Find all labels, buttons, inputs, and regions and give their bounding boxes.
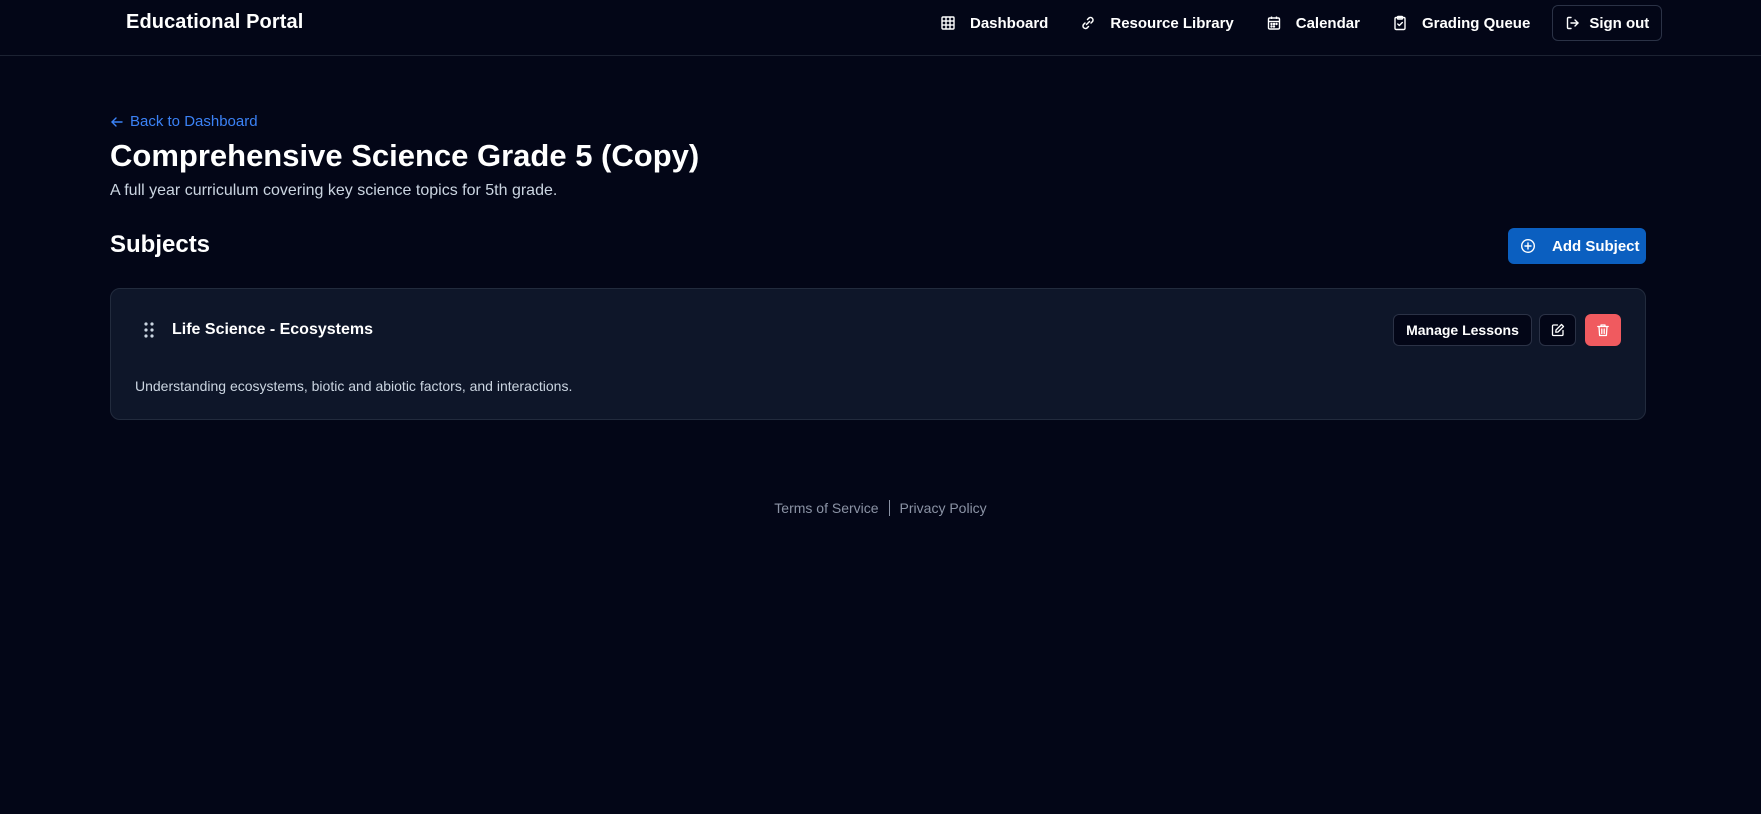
sign-out-label: Sign out: [1589, 14, 1650, 32]
grid-icon: [940, 15, 956, 31]
nav-label-resource-library: Resource Library: [1110, 14, 1234, 32]
subjects-heading: Subjects: [110, 231, 211, 258]
plus-circle-icon: [1520, 238, 1536, 254]
nav-item-calendar[interactable]: Calendar: [1256, 5, 1370, 41]
trash-icon: [1596, 323, 1610, 337]
subject-description: Understanding ecosystems, biotic and abi…: [135, 378, 573, 394]
edit-icon: [1551, 323, 1565, 337]
manage-lessons-button[interactable]: Manage Lessons: [1393, 314, 1532, 346]
edit-subject-button[interactable]: [1539, 314, 1576, 346]
subject-title: Life Science - Ecosystems: [172, 321, 373, 338]
calendar-icon: [1266, 15, 1282, 31]
arrow-left-icon: [110, 115, 124, 129]
footer: Terms of Service Privacy Policy: [0, 500, 1761, 516]
nav-item-resource-library[interactable]: Resource Library: [1070, 5, 1243, 41]
log-out-icon: [1565, 15, 1581, 31]
nav-label-calendar: Calendar: [1295, 14, 1360, 32]
subject-card: Life Science - Ecosystems Manage Lessons…: [110, 288, 1646, 420]
nav-label-dashboard: Dashboard: [970, 14, 1049, 32]
drag-handle-icon[interactable]: [143, 321, 155, 339]
page-subtitle: A full year curriculum covering key scie…: [110, 182, 558, 199]
link-icon: [1080, 15, 1096, 31]
add-subject-label: Add Subject: [1552, 237, 1640, 255]
main-nav: Dashboard Resource Library Calendar Grad…: [930, 5, 1663, 41]
back-to-dashboard-link[interactable]: Back to Dashboard: [110, 113, 258, 130]
back-link-label: Back to Dashboard: [130, 113, 258, 130]
delete-subject-button[interactable]: [1585, 314, 1621, 346]
top-navbar: Educational Portal Dashboard Resource Li…: [0, 0, 1761, 56]
terms-of-service-link[interactable]: Terms of Service: [774, 500, 878, 516]
nav-item-dashboard[interactable]: Dashboard: [930, 5, 1058, 41]
sign-out-button[interactable]: Sign out: [1552, 5, 1663, 41]
add-subject-button[interactable]: Add Subject: [1508, 228, 1646, 264]
clipboard-check-icon: [1392, 15, 1408, 31]
brand-title[interactable]: Educational Portal: [126, 11, 303, 34]
nav-label-grading-queue: Grading Queue: [1421, 14, 1531, 32]
privacy-policy-link[interactable]: Privacy Policy: [900, 500, 987, 516]
page-title: Comprehensive Science Grade 5 (Copy): [110, 138, 700, 173]
footer-divider: [888, 500, 890, 516]
nav-item-grading-queue[interactable]: Grading Queue: [1382, 5, 1540, 41]
